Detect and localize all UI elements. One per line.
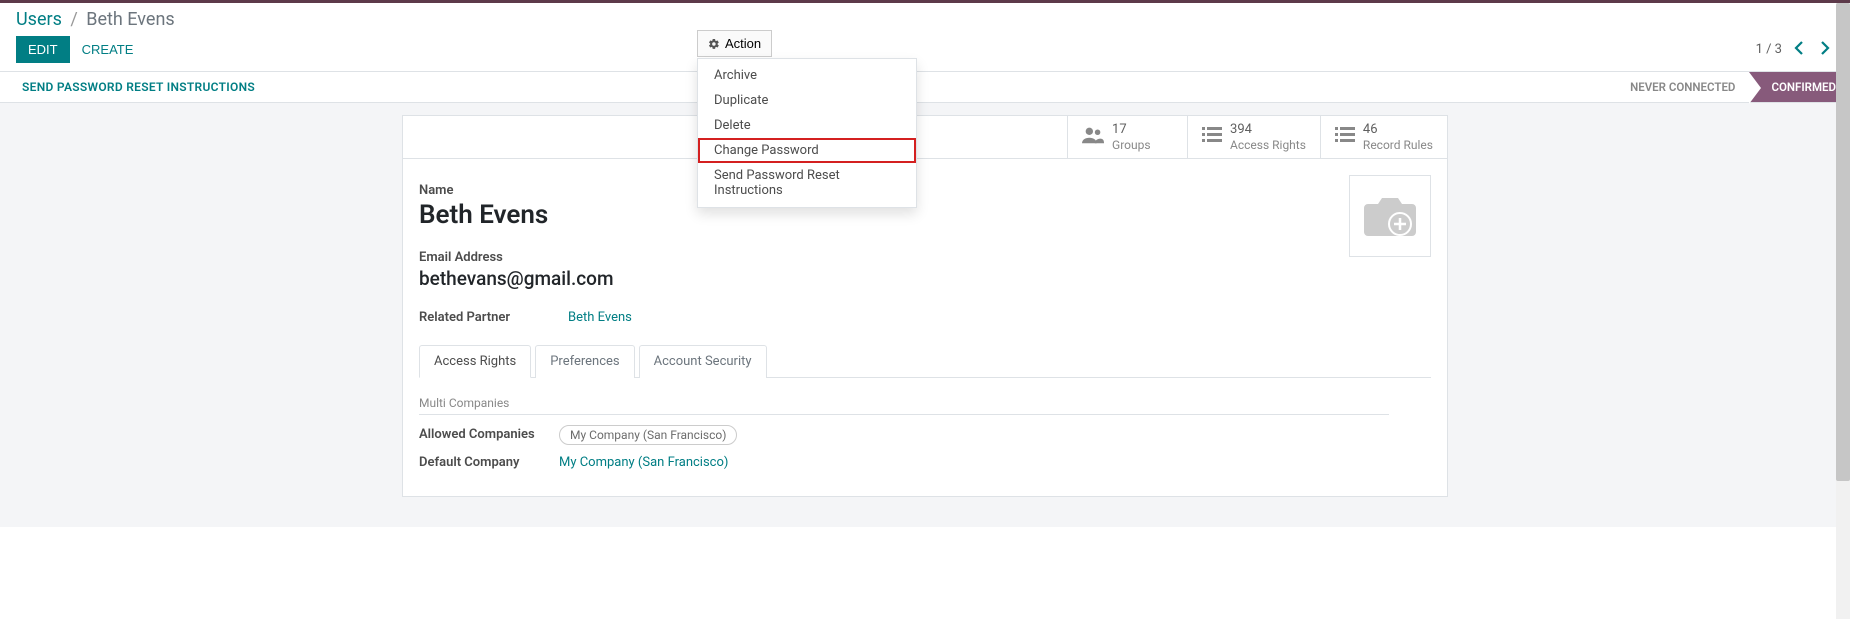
allowed-company-tag[interactable]: My Company (San Francisco) bbox=[559, 425, 737, 445]
status-never-connected[interactable]: NEVER CONNECTED bbox=[1616, 72, 1749, 102]
stat-groups-button[interactable]: 17 Groups bbox=[1067, 116, 1187, 158]
related-partner-field: Related Partner Beth Evens bbox=[419, 310, 1431, 325]
partner-label: Related Partner bbox=[419, 310, 514, 325]
stat-access-rights-button[interactable]: 394 Access Rights bbox=[1187, 116, 1320, 158]
menu-delete[interactable]: Delete bbox=[698, 113, 916, 138]
menu-duplicate[interactable]: Duplicate bbox=[698, 88, 916, 113]
status-bar: SEND PASSWORD RESET INSTRUCTIONS NEVER C… bbox=[0, 71, 1850, 103]
breadcrumb: Users / Beth Evens bbox=[16, 9, 1834, 30]
pager: 1 / 3 bbox=[1756, 39, 1834, 60]
chevron-left-icon bbox=[1794, 41, 1804, 55]
default-company-link[interactable]: My Company (San Francisco) bbox=[559, 455, 728, 470]
create-button[interactable]: CREATE bbox=[70, 36, 146, 63]
tab-account-security[interactable]: Account Security bbox=[639, 345, 767, 378]
breadcrumb-separator: / bbox=[70, 9, 77, 30]
breadcrumb-row: Users / Beth Evens bbox=[0, 3, 1850, 32]
status-confirmed[interactable]: CONFIRMED bbox=[1749, 72, 1850, 102]
partner-link[interactable]: Beth Evens bbox=[568, 310, 632, 325]
main-area: 17 Groups 394 Access Rights 46 bbox=[0, 103, 1850, 527]
stat-rules-count: 46 bbox=[1363, 122, 1433, 138]
name-value: Beth Evens bbox=[419, 200, 1431, 230]
action-dropdown-container: Action Archive Duplicate Delete Change P… bbox=[697, 30, 772, 57]
camera-plus-icon bbox=[1362, 194, 1418, 238]
breadcrumb-current: Beth Evens bbox=[86, 9, 174, 30]
scrollbar-thumb[interactable] bbox=[1836, 3, 1850, 481]
tab-access-rights[interactable]: Access Rights bbox=[419, 345, 531, 378]
menu-archive[interactable]: Archive bbox=[698, 63, 916, 88]
email-value: bethevans@gmail.com bbox=[419, 267, 1431, 290]
toolbar: EDIT CREATE Action Archive Duplicate Del… bbox=[0, 32, 1850, 71]
avatar-placeholder[interactable] bbox=[1349, 175, 1431, 257]
stat-access-label: Access Rights bbox=[1230, 138, 1306, 152]
pager-text: 1 / 3 bbox=[1756, 42, 1782, 57]
edit-button[interactable]: EDIT bbox=[16, 36, 70, 63]
pager-prev-button[interactable] bbox=[1790, 39, 1808, 60]
stat-button-row: 17 Groups 394 Access Rights 46 bbox=[403, 116, 1447, 159]
pager-next-button[interactable] bbox=[1816, 39, 1834, 60]
stat-groups-count: 17 bbox=[1112, 122, 1151, 138]
status-steps: NEVER CONNECTED CONFIRMED bbox=[1616, 72, 1850, 102]
stat-access-count: 394 bbox=[1230, 122, 1306, 138]
tab-preferences[interactable]: Preferences bbox=[535, 345, 634, 378]
menu-send-reset[interactable]: Send Password Reset Instructions bbox=[698, 163, 916, 203]
allowed-companies-label: Allowed Companies bbox=[419, 427, 559, 442]
email-label: Email Address bbox=[419, 250, 1431, 265]
gear-icon bbox=[708, 38, 720, 50]
stat-groups-label: Groups bbox=[1112, 138, 1151, 152]
list-icon bbox=[1202, 127, 1222, 147]
default-company-label: Default Company bbox=[419, 455, 559, 470]
chevron-right-icon bbox=[1820, 41, 1830, 55]
action-dropdown-menu: Archive Duplicate Delete Change Password… bbox=[697, 58, 917, 208]
send-password-reset-button[interactable]: SEND PASSWORD RESET INSTRUCTIONS bbox=[0, 72, 277, 102]
action-label: Action bbox=[725, 36, 761, 51]
section-multi-companies: Multi Companies bbox=[419, 396, 1389, 415]
tab-content-access-rights: Multi Companies Allowed Companies My Com… bbox=[419, 378, 1431, 470]
stat-rules-label: Record Rules bbox=[1363, 138, 1433, 152]
tabs: Access Rights Preferences Account Securi… bbox=[419, 345, 1431, 378]
vertical-scrollbar[interactable] bbox=[1836, 3, 1850, 619]
list-icon bbox=[1335, 127, 1355, 147]
breadcrumb-root-link[interactable]: Users bbox=[16, 9, 62, 30]
form-body: Name Beth Evens Email Address bethevans@… bbox=[403, 159, 1447, 496]
menu-change-password[interactable]: Change Password bbox=[698, 138, 916, 163]
stat-record-rules-button[interactable]: 46 Record Rules bbox=[1320, 116, 1447, 158]
action-dropdown-button[interactable]: Action bbox=[697, 30, 772, 57]
name-label: Name bbox=[419, 183, 1431, 198]
default-company-field: Default Company My Company (San Francisc… bbox=[419, 455, 1431, 470]
form-sheet: 17 Groups 394 Access Rights 46 bbox=[402, 115, 1448, 497]
users-icon bbox=[1082, 126, 1104, 148]
allowed-companies-field: Allowed Companies My Company (San Franci… bbox=[419, 425, 1431, 445]
